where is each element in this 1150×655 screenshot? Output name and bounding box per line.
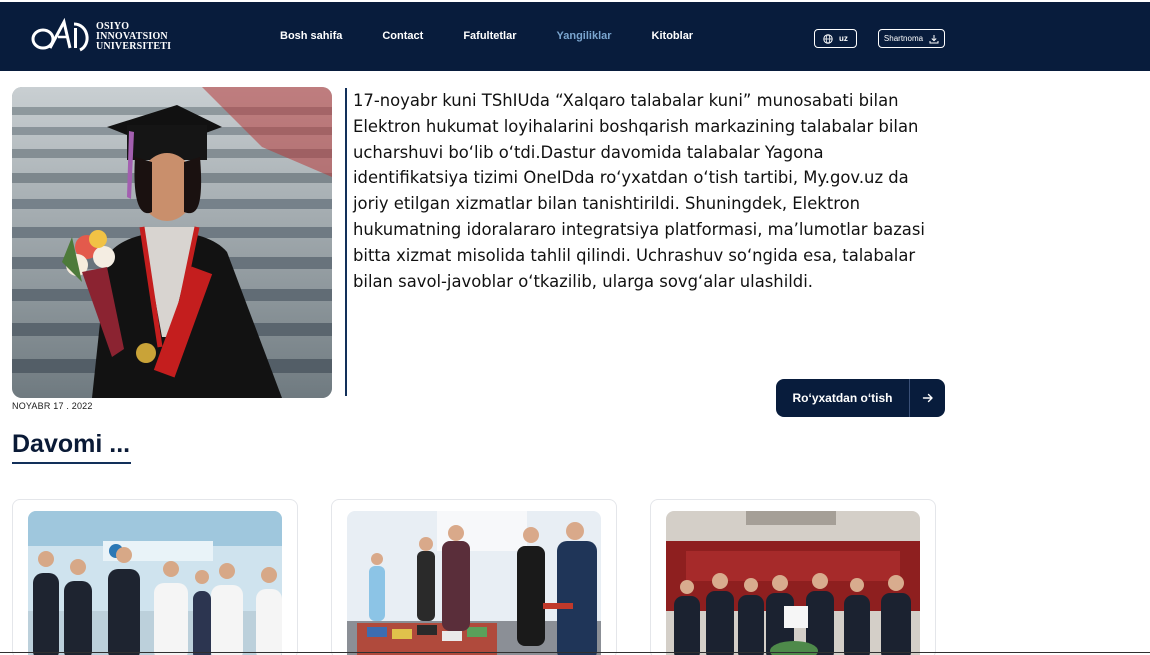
globe-icon [823, 33, 833, 44]
arrow-right-icon [910, 392, 945, 404]
nav-item-books[interactable]: Kitoblar [652, 30, 694, 42]
news-card[interactable] [331, 499, 617, 655]
news-card-image [666, 511, 920, 655]
page-bottom-border [0, 652, 1150, 653]
news-card[interactable] [650, 499, 936, 655]
contract-button[interactable]: Shartnoma [878, 29, 945, 48]
graduate-photo [12, 87, 332, 398]
register-button[interactable]: Ro‘yxatdan o‘tish [776, 379, 945, 417]
site-header: OSIYO INNOVATSION UNIVERSITETI Bosh sahi… [0, 2, 1150, 71]
register-button-label: Ro‘yxatdan o‘tish [792, 391, 893, 405]
nav-item-news[interactable]: Yangiliklar [557, 30, 612, 42]
download-icon [929, 34, 939, 43]
news-card-image [28, 511, 282, 655]
news-article-text: 17-noyabr kuni TShIUda “Xalqaro talabala… [353, 91, 925, 291]
main-nav: Bosh sahifa Contact Fafultetlar Yangilik… [280, 30, 733, 42]
news-card[interactable] [12, 499, 298, 655]
nav-item-home[interactable]: Bosh sahifa [280, 30, 342, 42]
language-selector-button[interactable]: uz [814, 29, 857, 48]
news-card-image [347, 511, 601, 655]
logo-mark-icon [31, 18, 89, 52]
section-title-underline [12, 462, 131, 464]
logo-line-3: UNIVERSITETI [96, 41, 172, 52]
contract-label: Shartnoma [883, 34, 924, 43]
logo-text: OSIYO INNOVATSION UNIVERSITETI [96, 22, 171, 52]
university-logo[interactable]: OSIYO INNOVATSION UNIVERSITETI [30, 18, 171, 56]
language-label: uz [839, 34, 848, 43]
more-section-title: Davomi ... [12, 430, 131, 458]
text-divider [345, 88, 347, 396]
nav-item-faculties[interactable]: Fafultetlar [463, 30, 516, 42]
news-date: NOYABR 17 . 2022 [12, 401, 93, 411]
nav-item-contact[interactable]: Contact [382, 30, 423, 42]
